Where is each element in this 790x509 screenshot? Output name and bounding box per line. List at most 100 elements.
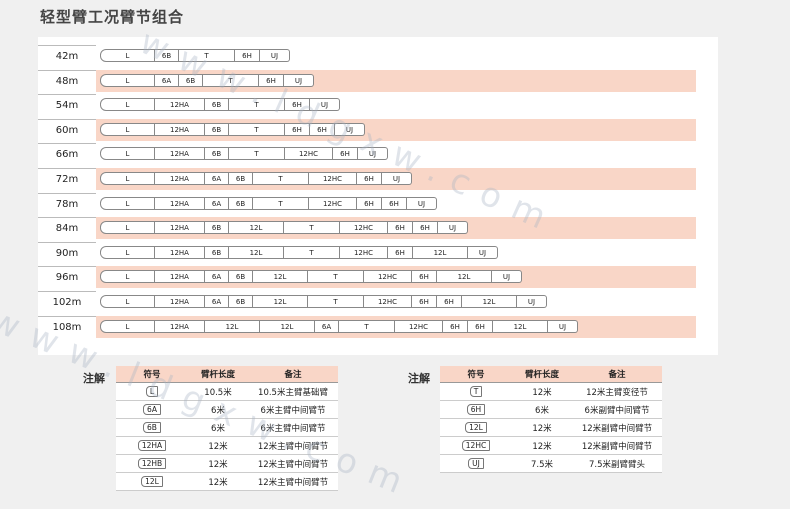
boom-segment: 6H [333, 147, 358, 161]
boom-length-label: 60m [38, 118, 96, 142]
notes-label-right: 注解 [408, 372, 430, 385]
boom-segment: 12HC [309, 172, 357, 185]
boom-segment: 6H [235, 49, 260, 62]
remark-cell: 12米副臂中间臂节 [572, 418, 662, 437]
length-cell: 12米 [512, 418, 572, 437]
boom-segment: 12HC [364, 295, 412, 308]
header-remark: 备注 [572, 366, 662, 383]
remark-cell: 7.5米副臂臂头 [572, 454, 662, 473]
segment-symbol: L [145, 386, 159, 397]
boom-segment: 6H [437, 295, 462, 308]
boom-segment: 6H [412, 270, 437, 284]
boom-segment: T [308, 295, 364, 308]
boom-segment: 12L [253, 270, 308, 284]
boom-segment: 12HC [309, 196, 357, 210]
boom-segment: 6B [205, 122, 229, 136]
boom-row: 96m L 12HA 6A 6B 12L T 12HC 6H 12L UJ [38, 266, 718, 290]
remark-cell: 10.5米主臂基础臂 [248, 382, 338, 401]
header-symbol: 符号 [440, 366, 512, 383]
boom-segment: 6B [179, 73, 203, 87]
boom-segment: L [100, 319, 155, 333]
header-length: 臂杆长度 [188, 366, 248, 383]
segment-symbol: 12HB [137, 458, 167, 469]
boom-row: 78m L 12HA 6A 6B T 12HC 6H 6H UJ [38, 192, 718, 216]
boom-segment: UJ [468, 245, 498, 259]
boom-segment: 6H [285, 98, 310, 112]
boom-segment: 6H [413, 221, 438, 235]
remark-cell: 12米主臂中间臂节 [248, 436, 338, 455]
boom-segment: 6H [310, 122, 335, 136]
length-cell: 6米 [512, 400, 572, 419]
boom-segment: 6H [285, 122, 310, 136]
boom-segment: 6B [205, 98, 229, 112]
boom-segment: L [100, 245, 155, 259]
notes-row: L 10.5米 10.5米主臂基础臂 [116, 382, 338, 401]
segment-symbol: 12HA [137, 440, 167, 451]
length-cell: 12米 [188, 472, 248, 491]
remark-cell: 6米副臂中间臂节 [572, 400, 662, 419]
boom-segment: T [229, 122, 285, 136]
boom-segment: UJ [310, 98, 340, 112]
notes-row: 6H 6米 6米副臂中间臂节 [440, 400, 662, 419]
boom-length-label: 54m [38, 94, 96, 118]
remark-cell: 6米主臂中间臂节 [248, 400, 338, 419]
symbol-cell: 12L [440, 418, 512, 437]
symbol-cell: T [440, 382, 512, 401]
boom-segment: 6B [205, 245, 229, 259]
boom-segment: 12HA [155, 245, 205, 259]
boom-segment: 6B [229, 295, 253, 308]
remark-cell: 12米主臂变径节 [572, 382, 662, 401]
header-remark: 备注 [248, 366, 338, 383]
symbol-cell: 12L [116, 472, 188, 491]
notes-row: UJ 7.5米 7.5米副臂臂头 [440, 454, 662, 473]
boom-row: 54m L 12HA 6B T 6H UJ [38, 94, 718, 118]
boom-segment: 6A [155, 73, 179, 87]
segment-symbol: 6B [143, 422, 161, 433]
boom-segment: UJ [358, 147, 388, 161]
boom-segment: UJ [335, 122, 365, 136]
notes-row: 12L 12米 12米副臂中间臂节 [440, 418, 662, 437]
boom-row: 48m L 6A 6B T 6H UJ [38, 69, 718, 93]
page-title: 轻型臂工况臂节组合 [40, 8, 185, 26]
boom-segment: 6B [229, 196, 253, 210]
boom-segment: 12HC [340, 245, 388, 259]
boom-segment: L [100, 122, 155, 136]
boom-segment: 12HA [155, 122, 205, 136]
boom-segment: T [229, 147, 285, 161]
boom-segment: L [100, 98, 155, 112]
boom-segment: T [284, 245, 340, 259]
boom-segment: UJ [407, 196, 437, 210]
boom-segment: 6H [388, 221, 413, 235]
boom-segment: 12HC [340, 221, 388, 235]
boom-segment: T [253, 196, 309, 210]
boom-segment: T [253, 172, 309, 185]
boom-segment: 6H [388, 245, 413, 259]
boom-length-label: 102m [38, 291, 96, 314]
boom-row: 90m L 12HA 6B 12L T 12HC 6H 12L UJ [38, 241, 718, 265]
boom-segment: 6A [205, 295, 229, 308]
boom-segment: 12HA [155, 295, 205, 308]
boom-segment: 12HA [155, 319, 205, 333]
boom-segment: 6H [357, 172, 382, 185]
notes-table-left: 符号 臂杆长度 备注 L 10.5米 10.5米主臂基础臂 6A 6米 6米主臂中间臂节 6… [116, 366, 338, 491]
boom-segment: T [339, 319, 395, 333]
boom-segment: UJ [284, 73, 314, 87]
boom-length-label: 96m [38, 266, 96, 290]
boom-segment: 6A [205, 172, 229, 185]
length-cell: 12米 [188, 454, 248, 473]
boom-row: 42m L 6B T 6H UJ [38, 45, 718, 68]
boom-segment: UJ [382, 172, 412, 185]
boom-row: 102m L 12HA 6A 6B 12L T 12HC 6H 6H 12L UJ [38, 291, 718, 314]
boom-segment: 6H [443, 319, 468, 333]
boom-segment: 6H [382, 196, 407, 210]
boom-segment: L [100, 295, 155, 308]
boom-segment: 12HA [155, 221, 205, 235]
symbol-cell: 6H [440, 400, 512, 419]
length-cell: 6米 [188, 418, 248, 437]
boom-segment: 12HA [155, 172, 205, 185]
symbol-cell: 6A [116, 400, 188, 419]
boom-segment: 6A [205, 196, 229, 210]
boom-segment: 6B [229, 270, 253, 284]
notes-table-right: 符号 臂杆长度 备注 T 12米 12米主臂变径节 6H 6米 6米副臂中间臂节 12L 12… [440, 366, 662, 473]
boom-segment: UJ [260, 49, 290, 62]
